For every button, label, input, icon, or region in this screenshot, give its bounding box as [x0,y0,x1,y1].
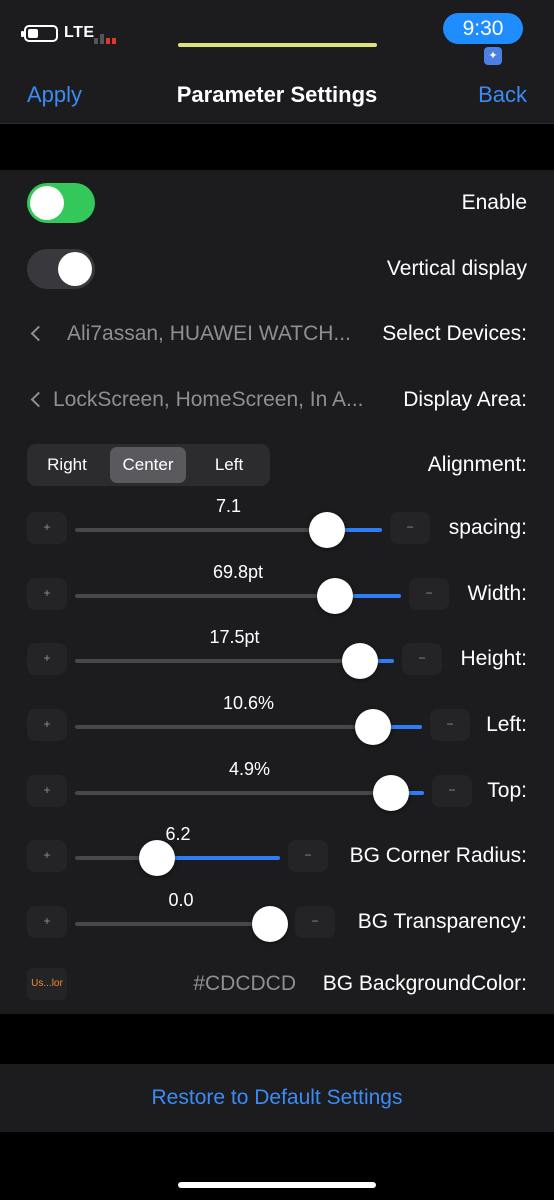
settings-card: Enable Vertical display Ali7assan, HUAWE… [0,170,554,1014]
vertical-display-label: Vertical display [386,257,527,280]
app-badge-icon: ✦ [484,47,502,65]
home-indicator[interactable] [178,1182,376,1188]
network-type: LTE [64,24,95,41]
alignment-segmented-control[interactable]: Right Center Left [27,444,270,486]
restore-defaults-button[interactable]: Restore to Default Settings [0,1064,554,1132]
chevron-left-icon [30,325,47,342]
back-button[interactable]: Back [478,82,527,108]
slider-label: Top: [487,779,527,802]
slider-label: BG Transparency: [357,910,527,933]
alignment-option-left[interactable]: Left [191,447,267,483]
apply-button[interactable]: Apply [27,82,82,108]
alignment-option-right[interactable]: Right [29,447,105,483]
decrement-button[interactable]: − [430,709,470,741]
display-area-value: LockScreen, HomeScreen, In A... [53,388,364,411]
color-picker-button[interactable]: Us...lor [27,968,67,1000]
slider-value-label: 6.2 [165,824,191,844]
enable-label: Enable [461,191,527,214]
decrement-button[interactable]: − [390,512,430,544]
slider-thumb[interactable] [355,709,391,745]
decrement-button[interactable]: − [402,643,442,675]
increment-button[interactable]: + [27,578,67,610]
decrement-button[interactable]: − [432,775,472,807]
bg-color-value: #CDCDCD [193,972,296,995]
increment-button[interactable]: + [27,643,67,675]
slider-thumb[interactable] [317,578,353,614]
slider-value-label: 17.5pt [209,627,260,647]
decrement-button[interactable]: − [288,840,328,872]
dynamic-indicator [178,43,377,47]
select-devices-label: Select Devices: [382,322,527,345]
decrement-button[interactable]: − [295,906,335,938]
slider-label: spacing: [448,516,527,539]
slider-label: Left: [486,713,527,736]
battery-icon [21,25,58,42]
slider-value-label: 69.8pt [212,562,264,582]
slider-thumb[interactable] [139,840,175,876]
enable-toggle[interactable] [27,183,95,223]
increment-button[interactable]: + [27,840,67,872]
vertical-display-toggle[interactable] [27,249,95,289]
slider-value-label: 0.0 [168,890,194,910]
status-time: 9:30 [443,13,523,44]
signal-icon [94,24,118,44]
slider-value-label: 10.6% [222,693,275,713]
decrement-button[interactable]: − [409,578,449,610]
increment-button[interactable]: + [27,512,67,544]
alignment-option-center[interactable]: Center [110,447,186,483]
increment-button[interactable]: + [27,709,67,741]
chevron-left-icon [30,391,47,408]
increment-button[interactable]: + [27,775,67,807]
slider-value-label: 7.1 [215,496,242,516]
slider-thumb[interactable] [252,906,288,942]
slider-thumb[interactable] [342,643,378,679]
slider-track[interactable] [75,791,424,795]
slider-track[interactable] [75,856,280,860]
slider-value-label: 4.9% [228,759,271,779]
display-area-label: Display Area: [403,388,527,411]
slider-thumb[interactable] [373,775,409,811]
increment-button[interactable]: + [27,906,67,938]
slider-thumb[interactable] [309,512,345,548]
slider-label: Height: [460,647,527,670]
navigation-bar: Parameter Settings Apply Back [0,66,554,124]
page-title: Parameter Settings [176,82,378,107]
bg-color-label: BG BackgroundColor: [322,972,527,995]
alignment-label: Alignment: [427,453,527,476]
selected-devices-value: Ali7assan, HUAWEI WATCH... [67,322,351,345]
slider-label: Width: [467,582,527,605]
slider-label: BG Corner Radius: [349,844,527,867]
status-bar: LTE 9:30 ✦ [0,0,554,66]
